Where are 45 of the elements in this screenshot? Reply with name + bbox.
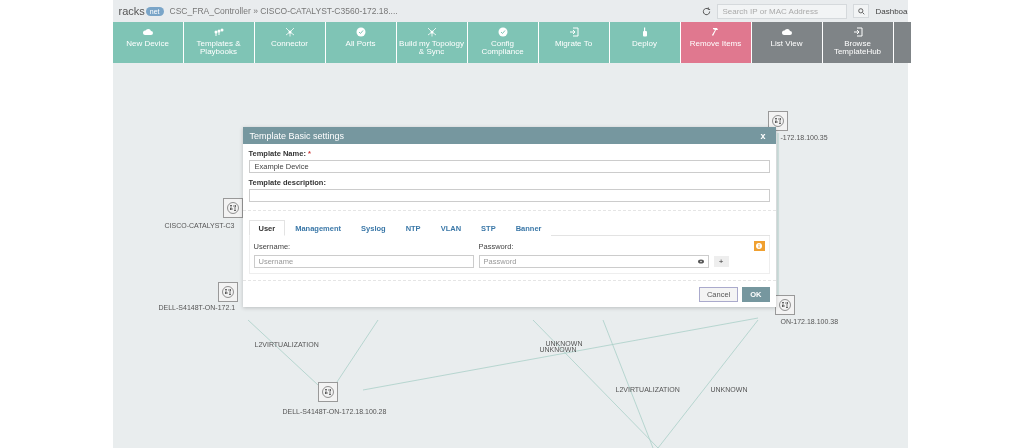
toolbar-button[interactable]: Remove Items xyxy=(680,22,751,63)
toolbar-button[interactable]: Config Compliance xyxy=(467,22,538,63)
toolbar-button[interactable]: Deploy xyxy=(609,22,680,63)
search-button[interactable] xyxy=(853,4,870,18)
badge-icon xyxy=(355,27,366,37)
toolbar-button[interactable]: Templates & Playbooks xyxy=(183,22,254,63)
device-node[interactable] xyxy=(774,295,795,315)
badge-icon xyxy=(497,27,508,37)
network-icon xyxy=(284,27,295,37)
nodes-icon xyxy=(213,27,224,37)
device-node[interactable] xyxy=(217,282,238,302)
logo-text: racks xyxy=(118,5,145,17)
toolbar-button[interactable]: All Ports xyxy=(325,22,396,63)
toolbar-button[interactable]: New Device xyxy=(112,22,183,63)
switch-icon xyxy=(226,202,239,214)
breadcrumb: CSC_FRA_Controller » CISCO-CATALYST-C3560-172.18.... xyxy=(169,6,399,16)
device-node[interactable] xyxy=(317,382,338,402)
toolbar-button[interactable]: List View xyxy=(751,22,822,63)
cloud-icon xyxy=(142,27,153,37)
add-button[interactable]: + xyxy=(713,256,729,267)
toolbar-button[interactable]: Connector xyxy=(254,22,325,63)
eye-icon[interactable] xyxy=(697,259,704,264)
device-node[interactable] xyxy=(767,111,788,131)
login-icon xyxy=(852,27,863,37)
close-button[interactable]: x xyxy=(760,130,766,141)
login-icon xyxy=(568,27,579,37)
switch-icon xyxy=(778,299,791,311)
toolbar-button[interactable] xyxy=(893,22,911,63)
cloud-icon xyxy=(781,27,792,37)
dialog-title: Template Basic settings xyxy=(249,130,345,141)
network-icon xyxy=(426,27,437,37)
refresh-icon[interactable] xyxy=(702,6,712,16)
toolbar-button[interactable]: Browse TemplateHub xyxy=(822,22,893,63)
hammer-icon xyxy=(710,27,721,37)
switch-icon xyxy=(321,386,334,398)
search-icon xyxy=(857,7,865,15)
device-node[interactable] xyxy=(222,198,243,218)
search-field[interactable]: Search IP or MAC Address xyxy=(717,3,848,19)
toolbar-button[interactable]: Migrate To xyxy=(538,22,609,63)
dashboard-link[interactable]: Dashboa xyxy=(875,6,908,16)
switch-icon xyxy=(771,115,784,127)
info-button[interactable] xyxy=(753,241,765,251)
switch-icon xyxy=(221,286,234,298)
toolbar-button[interactable]: Build my Topology & Sync xyxy=(396,22,467,63)
input-field[interactable] xyxy=(248,189,770,202)
